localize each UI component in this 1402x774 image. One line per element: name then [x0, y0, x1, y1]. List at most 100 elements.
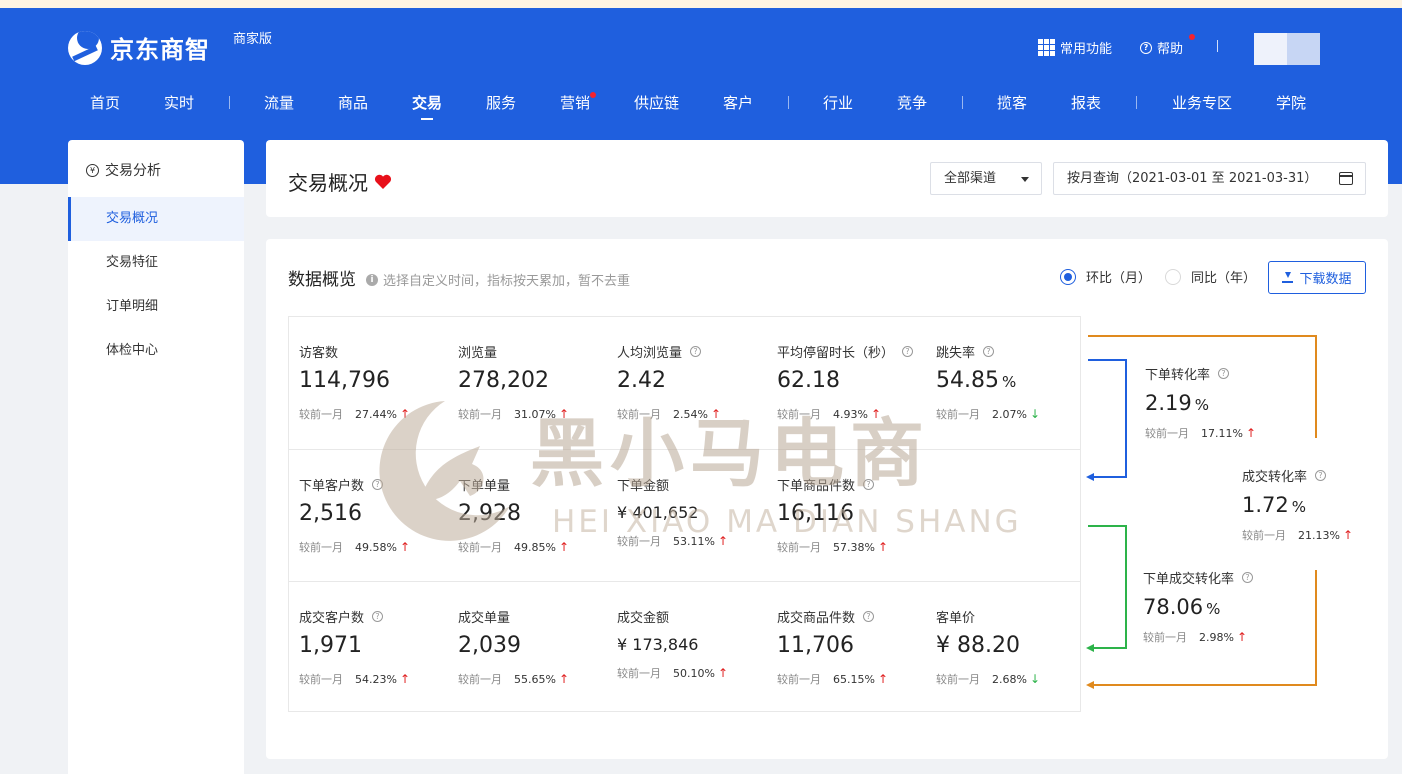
metric-order-items: 下单商品件数? 16,116 较前一月 57.38% ↑	[767, 450, 926, 582]
metric-label: 成交单量	[458, 611, 511, 626]
sidebar-item-trade-overview[interactable]: 交易概况	[68, 197, 244, 241]
channel-select[interactable]: 全部渠道	[930, 162, 1042, 195]
metric-avg-stay: 平均停留时长（秒）? 62.18 较前一月 4.93% ↑	[767, 317, 926, 449]
download-data-label: 下载数据	[1299, 272, 1352, 287]
conversion-order-to-deal-rate: 下单成交转化率? 78.06% 较前一月 2.98% ↑	[1143, 568, 1254, 645]
nav-acquire[interactable]: 揽客	[997, 92, 1027, 113]
avatar[interactable]	[1254, 33, 1320, 65]
date-range-picker[interactable]: 按月查询（2021-03-01 至 2021-03-31）	[1053, 162, 1366, 195]
arrow-up-icon: ↑	[399, 672, 411, 686]
compare-label: 较前一月	[458, 541, 502, 554]
metrics-grid: 访客数 114,796 较前一月 27.44% ↑ 浏览量 278,202 较前一月…	[288, 316, 1081, 712]
metric-change: 57.38%	[833, 541, 875, 554]
nav-divider	[229, 96, 230, 109]
question-icon[interactable]: ?	[983, 346, 995, 357]
compare-label: 较前一月	[1242, 529, 1286, 542]
compare-label: 较前一月	[617, 667, 661, 680]
common-functions-button[interactable]: 常用功能	[1038, 38, 1112, 57]
metric-label: 下单单量	[458, 479, 511, 494]
compare-label: 较前一月	[617, 535, 661, 548]
nav-business-zone[interactable]: 业务专区	[1172, 92, 1232, 113]
metric-order-customers: 下单客户数? 2,516 较前一月 49.58% ↑	[289, 450, 448, 582]
question-icon[interactable]: ?	[1218, 368, 1230, 379]
radio-mom-label[interactable]: 环比（月）	[1086, 267, 1151, 286]
sidebar-title: ¥ 交易分析	[86, 160, 161, 180]
metric-label: 下单客户数	[299, 479, 365, 494]
page-title: 交易概况	[288, 167, 392, 196]
conversion-label: 下单成交转化率	[1143, 572, 1235, 587]
question-icon[interactable]: ?	[1242, 572, 1254, 583]
arrow-up-icon: ↑	[717, 666, 729, 680]
nav-realtime[interactable]: 实时	[164, 92, 194, 113]
compare-label: 较前一月	[458, 408, 502, 421]
logo-edition: 商家版	[233, 32, 273, 47]
metric-label: 成交商品件数	[777, 611, 856, 626]
header-divider	[1217, 40, 1218, 52]
question-icon[interactable]: ?	[372, 479, 384, 490]
metric-change: 2.07%	[992, 408, 1027, 421]
arrow-up-icon: ↑	[399, 407, 411, 421]
arrow-up-icon: ↑	[717, 534, 729, 548]
nav-supply-chain[interactable]: 供应链	[634, 92, 679, 113]
metric-value: 2,516	[299, 501, 362, 526]
metric-change: 54.23%	[355, 673, 397, 686]
common-functions-label: 常用功能	[1060, 42, 1113, 57]
nav-competition[interactable]: 竞争	[897, 92, 927, 113]
nav-trade[interactable]: 交易	[412, 92, 442, 120]
metric-change: 4.93%	[833, 408, 868, 421]
question-icon[interactable]: ?	[372, 611, 384, 622]
metric-value: 278,202	[458, 368, 549, 393]
nav-academy[interactable]: 学院	[1276, 92, 1306, 113]
question-icon[interactable]: ?	[1315, 470, 1327, 481]
metric-change: 31.07%	[514, 408, 556, 421]
conversion-change: 17.11%	[1201, 427, 1243, 440]
nav-home[interactable]: 首页	[90, 92, 120, 113]
radio-yoy[interactable]	[1165, 268, 1182, 285]
nav-service[interactable]: 服务	[486, 92, 516, 113]
jd-logo-icon	[68, 30, 102, 65]
metric-label: 访客数	[299, 346, 339, 361]
nav-reports[interactable]: 报表	[1071, 92, 1101, 113]
question-icon[interactable]: ?	[863, 611, 875, 622]
metric-avg-order-value: 客单价 ¥ 88.20 较前一月 2.68% ↓	[926, 582, 1085, 714]
question-icon[interactable]: ?	[902, 346, 914, 357]
metric-bounce-rate: 跳失率? 54.85% 较前一月 2.07% ↓	[926, 317, 1085, 449]
help-button[interactable]: ? 帮助	[1140, 38, 1183, 57]
nav-products[interactable]: 商品	[338, 92, 368, 113]
radio-yoy-label[interactable]: 同比（年）	[1191, 267, 1256, 286]
caret-down-icon	[1021, 177, 1029, 182]
logo[interactable]: 京东商智	[68, 30, 210, 65]
metric-deal-amount: 成交金额 ¥ 173,846 较前一月 50.10% ↑	[607, 582, 766, 714]
channel-select-value: 全部渠道	[944, 171, 997, 186]
metric-label: 人均浏览量	[617, 346, 683, 361]
download-data-button[interactable]: 下载数据	[1268, 261, 1366, 294]
yuan-icon: ¥	[86, 163, 99, 177]
metrics-row-deals: 成交客户数? 1,971 较前一月 54.23% ↑ 成交单量 2,039 较前一月…	[289, 581, 1080, 713]
nav-marketing[interactable]: 营销	[560, 92, 590, 113]
conversion-funnel: 下单转化率? 2.19% 较前一月 17.11% ↑ 成交转化率? 1.72% 较前…	[1080, 316, 1380, 716]
heart-icon[interactable]	[374, 174, 392, 190]
metric-change: 49.58%	[355, 541, 397, 554]
arrow-down-icon: ↓	[1029, 672, 1041, 686]
sidebar-item-health-check[interactable]: 体检中心	[68, 329, 244, 373]
radio-mom[interactable]	[1060, 268, 1076, 285]
help-label: 帮助	[1157, 42, 1184, 57]
conversion-deal-rate: 成交转化率? 1.72% 较前一月 21.13% ↑	[1242, 466, 1353, 543]
sidebar-title-label: 交易分析	[105, 163, 161, 179]
sidebar-item-order-details[interactable]: 订单明细	[68, 285, 244, 329]
sidebar-item-trade-features[interactable]: 交易特征	[68, 241, 244, 285]
arrow-up-icon: ↑	[870, 407, 882, 421]
arrow-up-icon: ↑	[558, 407, 570, 421]
nav-customers[interactable]: 客户	[723, 92, 753, 113]
metric-change: 27.44%	[355, 408, 397, 421]
top-stripe	[0, 0, 1402, 8]
metric-label: 成交金额	[617, 611, 670, 626]
question-icon[interactable]: ?	[690, 346, 702, 357]
metric-value: 2,039	[458, 633, 521, 658]
metric-change: 65.15%	[833, 673, 875, 686]
help-notification-dot	[1189, 34, 1195, 40]
nav-traffic[interactable]: 流量	[264, 92, 294, 113]
metric-value: ¥ 88.20	[936, 633, 1020, 658]
nav-industry[interactable]: 行业	[823, 92, 853, 113]
question-icon[interactable]: ?	[863, 479, 875, 490]
